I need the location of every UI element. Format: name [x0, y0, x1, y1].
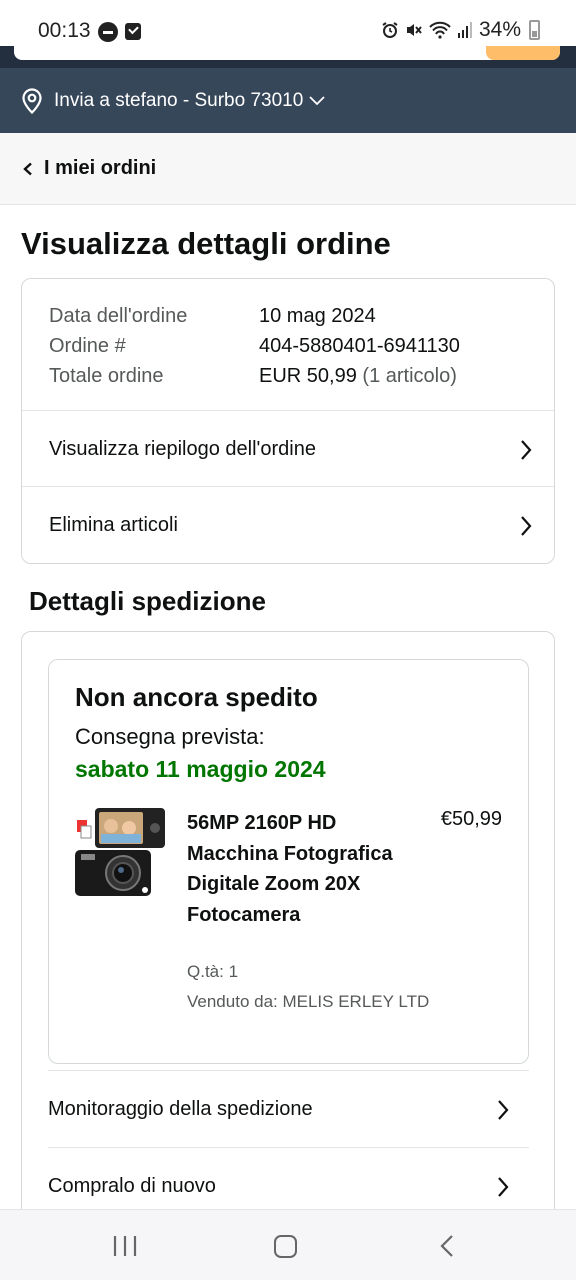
delivery-location-text: Invia a stefano - Surbo 73010: [54, 89, 304, 111]
order-number-value: 404-5880401-6941130: [259, 335, 460, 357]
search-bar-edge[interactable]: [14, 46, 560, 60]
track-shipment-label: Monitoraggio della spedizione: [48, 1097, 313, 1120]
back-to-orders[interactable]: I miei ordini: [0, 133, 576, 205]
view-order-summary-label: Visualizza riepilogo dell'ordine: [49, 437, 316, 460]
chevron-right-icon: [521, 440, 532, 460]
order-date-value: 10 mag 2024: [259, 305, 376, 327]
product-quantity: Q.tà: 1: [187, 962, 239, 981]
shipping-section-title: Dettagli spedizione: [29, 586, 266, 616]
order-total-label: Totale ordine: [49, 365, 164, 387]
chevron-right-icon: [498, 1177, 509, 1197]
shipment-status: Non ancora spedito: [75, 682, 318, 712]
delete-items-label: Elimina articoli: [49, 513, 178, 536]
chevron-down-icon: [309, 95, 325, 105]
checkbox-notification-icon: [125, 23, 141, 40]
battery-icon: [529, 20, 540, 40]
order-date-label: Data dell'ordine: [49, 305, 188, 327]
track-shipment-link[interactable]: Monitoraggio della spedizione: [48, 1070, 529, 1147]
delivery-location-bar[interactable]: Invia a stefano - Surbo 73010: [0, 68, 576, 133]
signal-icon: [457, 22, 472, 38]
expected-delivery-date: sabato 11 maggio 2024: [75, 756, 326, 782]
expected-delivery-label: Consegna prevista:: [75, 724, 265, 749]
chevron-right-icon: [498, 1100, 509, 1120]
order-info: Data dell'ordine 10 mag 2024 Ordine # 40…: [49, 301, 460, 391]
order-item-count: (1 articolo): [362, 365, 457, 387]
product-seller: Venduto da: MELIS ERLEY LTD: [187, 992, 430, 1011]
wifi-icon: [429, 21, 451, 39]
product-price: €50,99: [440, 808, 502, 830]
product-image[interactable]: [75, 806, 167, 898]
status-time: 00:13: [38, 19, 91, 42]
dnd-icon: [98, 22, 118, 42]
view-order-summary-link[interactable]: Visualizza riepilogo dell'ordine: [22, 410, 554, 487]
shipment-item-box: Non ancora spedito Consegna prevista: sa…: [48, 659, 529, 1064]
back-icon[interactable]: [440, 1234, 454, 1258]
location-pin-icon: [22, 87, 42, 114]
back-label: I miei ordini: [44, 157, 157, 179]
order-info-card: Data dell'ordine 10 mag 2024 Ordine # 40…: [21, 278, 555, 564]
battery-percent: 34%: [478, 18, 521, 41]
recent-apps-icon[interactable]: [113, 1236, 137, 1256]
search-button-edge[interactable]: [486, 46, 560, 60]
order-total-value: EUR 50,99 (1 articolo): [259, 361, 457, 391]
mute-icon: [406, 24, 422, 36]
shipment-card: Non ancora spedito Consegna prevista: sa…: [21, 631, 555, 1231]
order-date-row: Data dell'ordine 10 mag 2024: [49, 301, 460, 331]
chevron-left-icon: [23, 162, 32, 175]
order-total-amount: EUR 50,99: [259, 365, 357, 387]
product-title[interactable]: 56MP 2160P HD Macchina Fotografica Digit…: [187, 808, 397, 930]
order-total-row: Totale ordine EUR 50,99 (1 articolo): [49, 361, 460, 391]
chevron-right-icon: [521, 516, 532, 536]
status-icons: 34%: [381, 18, 540, 42]
alarm-icon: [382, 22, 398, 38]
delete-items-link[interactable]: Elimina articoli: [22, 486, 554, 563]
order-number-row: Ordine # 404-5880401-6941130: [49, 331, 460, 361]
buy-again-label: Compralo di nuovo: [48, 1174, 216, 1197]
home-icon[interactable]: [274, 1235, 297, 1258]
page-title: Visualizza dettagli ordine: [21, 226, 391, 261]
order-number-label: Ordine #: [49, 335, 126, 357]
system-nav-bar: [0, 1209, 576, 1280]
